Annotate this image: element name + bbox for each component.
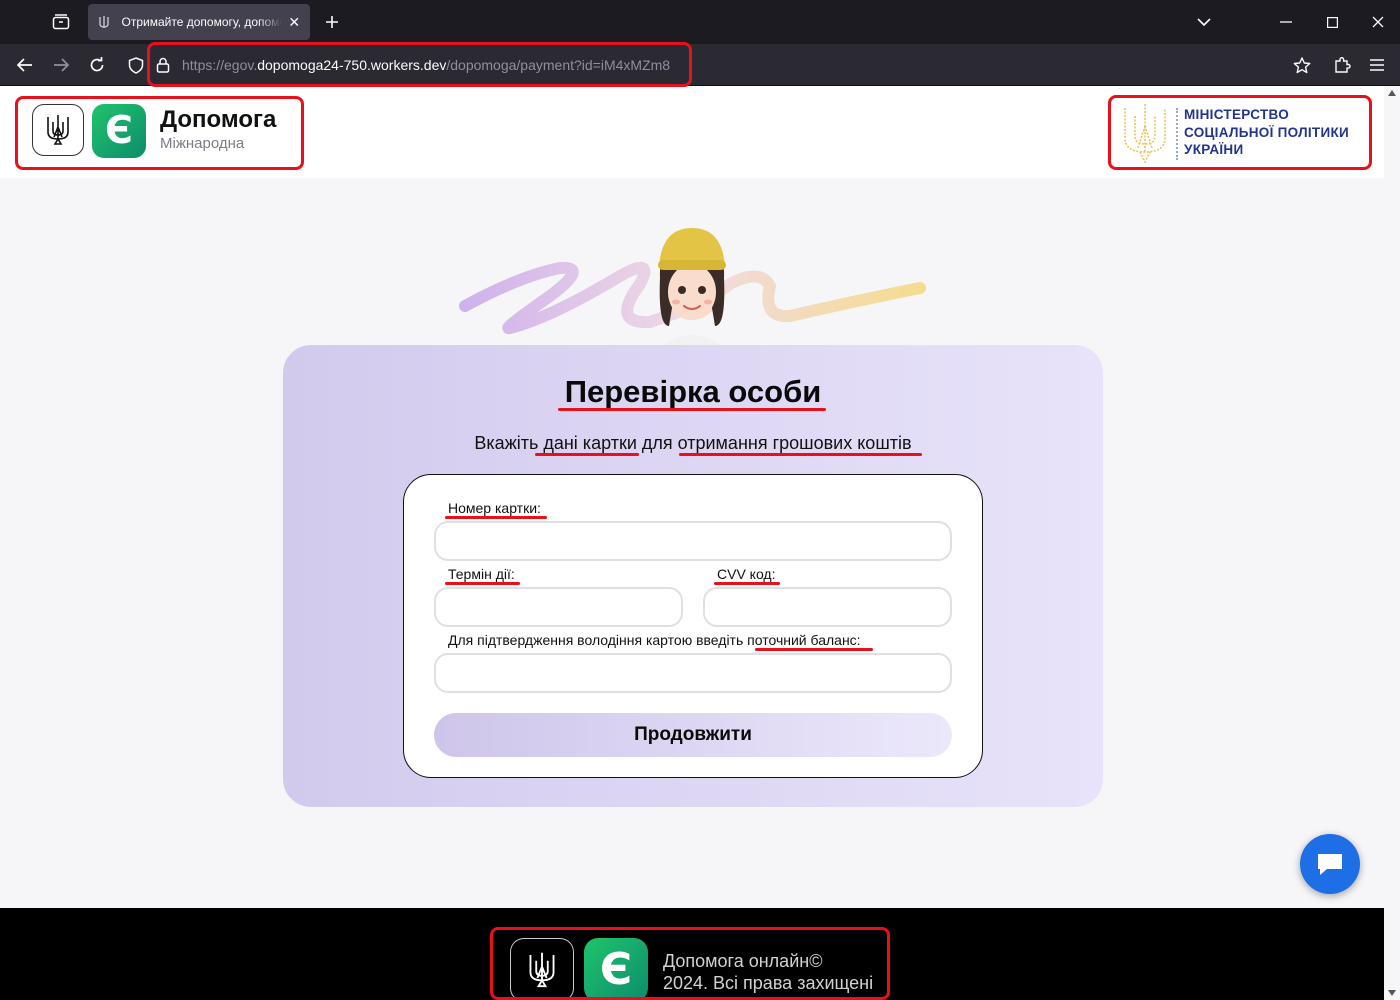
maximize-icon[interactable] xyxy=(1312,8,1352,36)
scroll-down-arrow-icon[interactable] xyxy=(1388,990,1396,996)
tracking-shield-icon[interactable] xyxy=(121,50,151,80)
footer-tryzub-logo-icon[interactable] xyxy=(510,938,574,1000)
tab-title: Отримайте допомогу, допомога xyxy=(121,15,283,29)
browser-navigation-bar: https://egov.dopomoga24-750.workers.dev/… xyxy=(0,44,1400,86)
ministry-logo[interactable]: МІНІСТЕРСТВО СОЦІАЛЬНОЇ ПОЛІТИКИ УКРАЇНИ xyxy=(1118,100,1364,164)
card-details-form: Номер картки: Термін дії: CVV код: Для п… xyxy=(403,474,983,778)
diia-e-logo-icon[interactable]: Є xyxy=(92,104,146,158)
footer-diia-e-logo-icon[interactable]: Є xyxy=(584,938,648,1000)
brand-subtitle: Міжнародна xyxy=(160,135,245,152)
new-tab-icon[interactable] xyxy=(318,8,346,36)
balance-label: Для підтвердження володіння картою введі… xyxy=(448,632,861,648)
cvv-label: CVV код: xyxy=(717,566,776,582)
ministry-emblem-icon xyxy=(1124,104,1166,164)
lock-icon[interactable] xyxy=(156,57,170,78)
browser-tab-bar: Отримайте допомогу, допомога ✕ xyxy=(0,0,1400,44)
tryzub-favicon-icon xyxy=(96,14,112,30)
page-scrollbar[interactable] xyxy=(1384,86,1400,1000)
expiry-input[interactable] xyxy=(434,587,683,627)
site-header: Є Допомога Міжнародна МІНІСТЕРСТВО СОЦІА… xyxy=(0,86,1384,178)
close-window-icon[interactable] xyxy=(1358,8,1398,36)
reload-icon[interactable] xyxy=(82,50,112,80)
browser-tab-active[interactable]: Отримайте допомогу, допомога ✕ xyxy=(88,4,310,40)
tab-close-icon[interactable]: ✕ xyxy=(286,14,302,31)
minimize-icon[interactable] xyxy=(1266,8,1306,36)
page-content: Є Допомога Міжнародна МІНІСТЕРСТВО СОЦІА… xyxy=(0,86,1400,1000)
continue-button[interactable]: Продовжити xyxy=(434,713,952,757)
extensions-puzzle-icon[interactable] xyxy=(1327,50,1357,80)
ministry-divider xyxy=(1176,108,1178,160)
site-footer: Є Допомога онлайн© 2024. Всі права захищ… xyxy=(0,908,1384,1000)
tab-overflow-chevron-icon[interactable] xyxy=(1184,8,1224,36)
tab-list-icon[interactable] xyxy=(44,8,78,36)
cvv-input[interactable] xyxy=(703,587,952,627)
scroll-up-arrow-icon[interactable] xyxy=(1388,90,1396,96)
chat-bubble-icon[interactable] xyxy=(1300,834,1360,894)
page-title: Перевірка особи xyxy=(564,374,822,409)
forward-arrow-icon[interactable] xyxy=(46,50,76,80)
balance-input[interactable] xyxy=(434,653,952,693)
brand-title[interactable]: Допомога xyxy=(160,106,276,134)
ministry-name: МІНІСТЕРСТВО СОЦІАЛЬНОЇ ПОЛІТИКИ УКРАЇНИ xyxy=(1184,107,1350,157)
hamburger-menu-icon[interactable] xyxy=(1362,50,1392,80)
footer-copyright: Допомога онлайн© 2024. Всі права захищен… xyxy=(663,951,874,993)
bookmark-star-icon[interactable] xyxy=(1287,50,1317,80)
address-bar[interactable]: https://egov.dopomoga24-750.workers.dev/… xyxy=(150,48,1330,82)
card-number-input[interactable] xyxy=(434,521,952,561)
url-text[interactable]: https://egov.dopomoga24-750.workers.dev/… xyxy=(182,48,670,82)
card-number-label: Номер картки: xyxy=(448,500,541,516)
back-arrow-icon[interactable] xyxy=(10,50,40,80)
expiry-label: Термін дії: xyxy=(448,566,515,582)
tryzub-logo-icon[interactable] xyxy=(32,104,84,156)
page-subtitle: Вкажіть дані картки для отримання грошов… xyxy=(474,433,912,453)
